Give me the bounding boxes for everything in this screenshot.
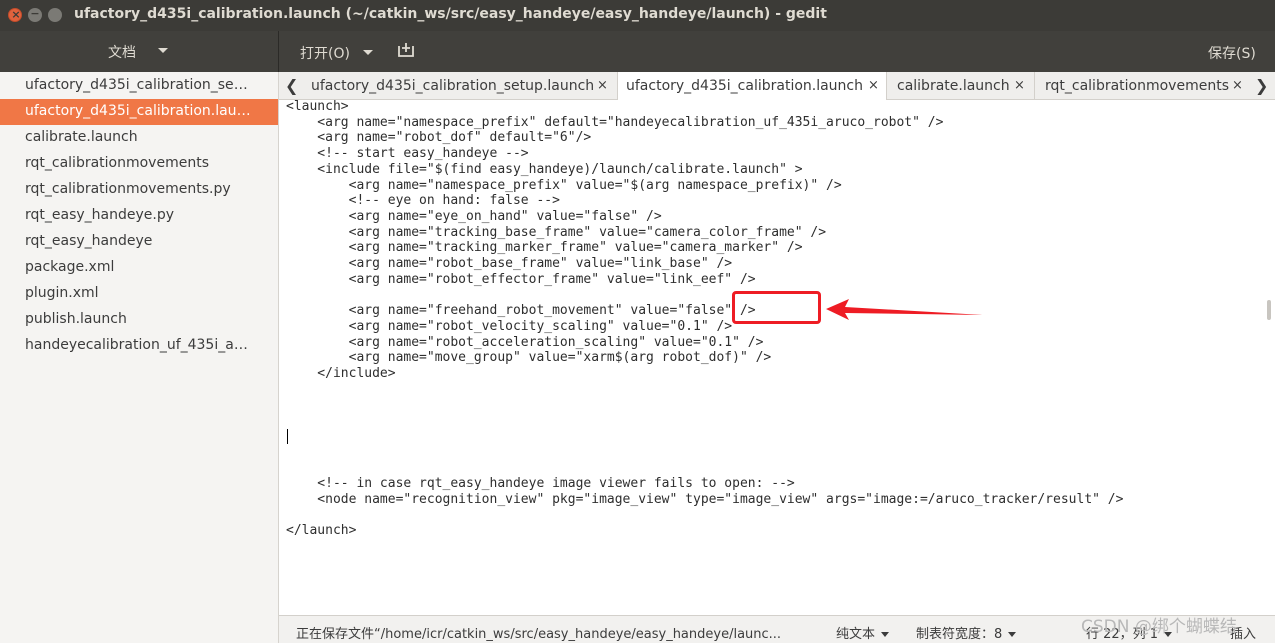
tab-width-selector[interactable]: 制表符宽度：8 <box>916 623 1017 642</box>
tab-bar: ❮ ufactory_d435i_calibration_setup.launc… <box>279 72 1275 100</box>
sidebar-item-rqt-calibrationmovements[interactable]: rqt_calibrationmovements <box>0 151 278 177</box>
sidebar-item-label: handeyecalibration_uf_435i_aruco_robot.l… <box>25 337 253 353</box>
annotation-highlight-box <box>732 291 821 324</box>
code-line: </launch> <box>286 522 357 538</box>
sidebar-item-package-xml[interactable]: package.xml <box>0 255 278 281</box>
chevron-down-icon <box>158 48 168 53</box>
code-line: <!-- start easy_handeye --> <box>286 146 529 162</box>
language-label: 纯文本 <box>836 627 876 642</box>
code-line: <arg name="eye_on_hand" value="false" /> <box>286 208 662 224</box>
tab-width-label: 制表符宽度：8 <box>916 627 1003 642</box>
code-line: <!-- in case rqt_easy_handeye image view… <box>286 475 795 491</box>
documents-sidebar: ufactory_d435i_calibration_setup.launch … <box>0 72 279 643</box>
close-icon[interactable]: × <box>1014 78 1025 93</box>
new-document-button[interactable] <box>391 39 421 63</box>
window-maximize-button[interactable] <box>48 8 62 22</box>
code-line: <!-- eye on hand: false --> <box>286 193 560 209</box>
code-line: <arg name="namespace_prefix" default="ha… <box>286 114 944 130</box>
save-label: 保存(S) <box>1208 46 1256 62</box>
chevron-down-icon <box>881 632 890 637</box>
annotation-arrow-icon <box>826 299 983 320</box>
close-icon: × <box>11 8 21 21</box>
documents-label: 文档 <box>108 45 136 61</box>
sidebar-item-label: rqt_calibrationmovements.py <box>25 181 231 197</box>
code-line: <arg name="tracking_base_frame" value="c… <box>286 224 827 240</box>
header-bar: 文档 打开(O) 保存(S) <box>0 31 1275 72</box>
code-line: <arg name="robot_velocity_scaling" value… <box>286 318 733 334</box>
code-line: <arg name="freehand_robot_movement" valu… <box>286 303 756 319</box>
sidebar-item-label: rqt_easy_handeye.py <box>25 207 175 223</box>
sidebar-item-rqt-easy-handeye-py[interactable]: rqt_easy_handeye.py <box>0 203 278 229</box>
sidebar-item-label: ufactory_d435i_calibration_setup.launch <box>25 77 253 93</box>
close-icon[interactable]: × <box>868 78 879 93</box>
sidebar-item-label: calibrate.launch <box>25 129 138 145</box>
text-cursor <box>287 429 288 444</box>
code-text: <launch> <arg name="namespace_prefix" de… <box>286 100 1123 539</box>
language-selector[interactable]: 纯文本 <box>836 623 890 642</box>
tab-label: rqt_calibrationmovements <box>1045 78 1229 94</box>
close-icon[interactable]: × <box>1232 78 1243 93</box>
chevron-down-icon <box>363 50 373 55</box>
sidebar-item-calibration-setup[interactable]: ufactory_d435i_calibration_setup.launch <box>0 73 278 99</box>
status-message: 正在保存文件“/home/icr/catkin_ws/src/easy_hand… <box>296 627 782 642</box>
code-line: <arg name="robot_effector_frame" value="… <box>286 271 756 287</box>
chevron-right-icon[interactable]: ❯ <box>1255 78 1268 94</box>
code-line: <arg name="tracking_marker_frame" value=… <box>286 240 803 256</box>
tab-calibration-setup[interactable]: ufactory_d435i_calibration_setup.launch … <box>301 72 618 99</box>
close-icon[interactable]: × <box>597 78 608 93</box>
new-document-icon <box>398 43 414 57</box>
text-editor[interactable]: <launch> <arg name="namespace_prefix" de… <box>283 100 1275 615</box>
code-line: <arg name="robot_acceleration_scaling" v… <box>286 334 764 350</box>
sidebar-item-calibration[interactable]: ufactory_d435i_calibration.launch <box>0 99 278 125</box>
scrollbar[interactable] <box>1267 300 1271 320</box>
sidebar-item-label: package.xml <box>25 259 115 275</box>
chevron-left-icon[interactable]: ❮ <box>285 78 298 94</box>
open-label: 打开(O) <box>300 46 350 62</box>
documents-menu-button[interactable]: 文档 <box>0 31 279 72</box>
sidebar-item-publish-launch[interactable]: publish.launch <box>0 307 278 333</box>
sidebar-item-label: plugin.xml <box>25 285 99 301</box>
tab-label: ufactory_d435i_calibration_setup.launch <box>311 78 595 94</box>
sidebar-item-label: ufactory_d435i_calibration.launch <box>25 103 253 119</box>
sidebar-item-rqt-easy-handeye[interactable]: rqt_easy_handeye <box>0 229 278 255</box>
window-title: ufactory_d435i_calibration.launch (~/cat… <box>74 6 827 22</box>
code-line: <arg name="namespace_prefix" value="$(ar… <box>286 177 842 193</box>
code-line: <arg name="robot_base_frame" value="link… <box>286 256 733 272</box>
minimize-icon: − <box>30 7 40 20</box>
sidebar-item-handeyecalibration[interactable]: handeyecalibration_uf_435i_aruco_robot.l… <box>0 333 278 359</box>
sidebar-item-calibrate[interactable]: calibrate.launch <box>0 125 278 151</box>
tab-calibration[interactable]: ufactory_d435i_calibration.launch × <box>618 72 887 100</box>
sidebar-item-plugin-xml[interactable]: plugin.xml <box>0 281 278 307</box>
tab-calibrate[interactable]: calibrate.launch × <box>887 72 1035 99</box>
save-button[interactable]: 保存(S) <box>1200 36 1266 66</box>
code-line: <arg name="move_group" value="xarm$(arg … <box>286 350 772 366</box>
watermark: CSDN @绑个蝴蝶结 <box>1081 617 1237 637</box>
code-line: </include> <box>286 365 396 381</box>
window-minimize-button[interactable]: − <box>28 7 42 22</box>
sidebar-item-label: rqt_calibrationmovements <box>25 155 209 171</box>
open-button[interactable]: 打开(O) <box>290 36 382 66</box>
tab-label: ufactory_d435i_calibration.launch <box>626 78 864 94</box>
code-line: <include file="$(find easy_handeye)/laun… <box>286 161 803 177</box>
window-titlebar: × − ufactory_d435i_calibration.launch (~… <box>0 0 1275 31</box>
sidebar-item-label: publish.launch <box>25 311 127 327</box>
tab-rqt-calibrationmovements[interactable]: rqt_calibrationmovements × <box>1035 72 1249 99</box>
window-close-button[interactable]: × <box>8 8 22 22</box>
code-line: <arg name="robot_dof" default="6"/> <box>286 130 592 146</box>
code-line: <node name="recognition_view" pkg="image… <box>286 491 1124 507</box>
chevron-down-icon <box>1008 632 1017 637</box>
sidebar-item-label: rqt_easy_handeye <box>25 233 153 249</box>
code-line: <launch> <box>286 100 349 114</box>
tab-label: calibrate.launch <box>897 78 1010 94</box>
sidebar-item-rqt-calibrationmovements-py[interactable]: rqt_calibrationmovements.py <box>0 177 278 203</box>
